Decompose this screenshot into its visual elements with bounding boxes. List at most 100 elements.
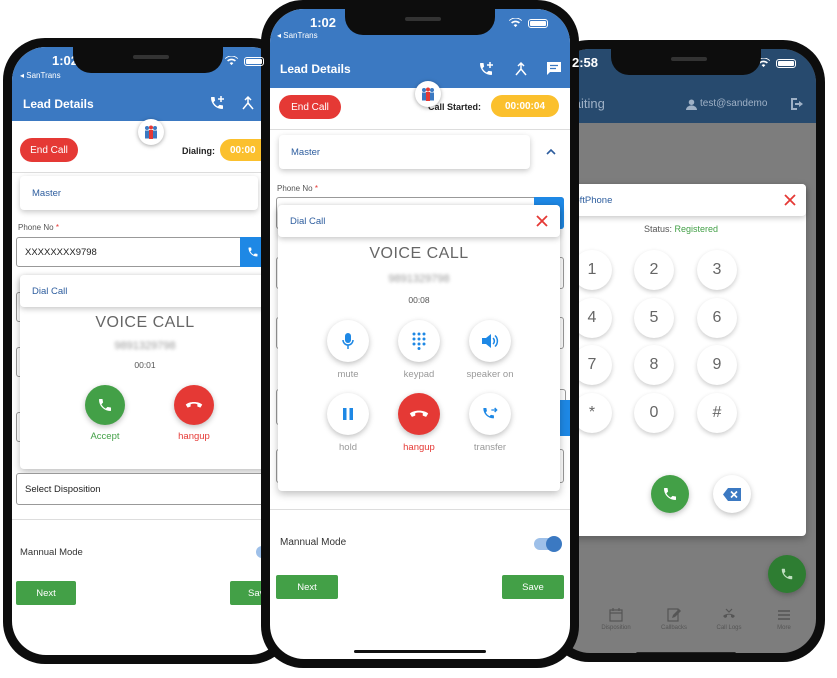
tab-label: Callbacks xyxy=(660,625,687,631)
transfer-button[interactable] xyxy=(469,393,511,435)
required-mark: * xyxy=(55,223,59,232)
bottom-tab-bar: Disposition Callbacks Call Logs More xyxy=(556,604,816,653)
home-indicator xyxy=(354,650,486,653)
keypad-key[interactable]: 8 xyxy=(634,345,674,385)
device-notch xyxy=(611,49,761,75)
speaker-label: speaker on xyxy=(466,369,514,380)
page-title: Lead Details xyxy=(23,97,94,111)
active-call-dialog: Dial Call VOICE CALL 9891329798 00:08 mu… xyxy=(278,205,560,491)
hangup-label: hangup xyxy=(403,442,435,453)
add-call-icon[interactable] xyxy=(478,61,494,77)
dial-call-header: Dial Call xyxy=(278,205,560,237)
manual-mode-label: Mannual Mode xyxy=(20,547,83,558)
call-log-icon xyxy=(723,608,735,618)
chevron-up-icon[interactable] xyxy=(546,148,556,155)
keypad-key[interactable]: 9 xyxy=(697,345,737,385)
home-indicator xyxy=(636,652,736,653)
caller-number: 9891329798 xyxy=(388,273,450,285)
keypad-key[interactable]: 5 xyxy=(634,298,674,338)
tab-label: More xyxy=(777,625,791,631)
softphone-header: SoftPhone xyxy=(556,184,806,216)
close-icon[interactable] xyxy=(784,194,796,206)
wifi-icon xyxy=(509,18,522,28)
transfer-icon xyxy=(483,407,498,419)
battery-icon xyxy=(528,18,548,28)
battery-icon xyxy=(776,58,796,68)
dial-call-title: Dial Call xyxy=(290,215,326,227)
keypad-key[interactable]: # xyxy=(697,393,737,433)
merge-icon[interactable] xyxy=(513,61,529,77)
merge-icon[interactable] xyxy=(240,95,256,111)
divider xyxy=(270,509,570,510)
mute-button[interactable] xyxy=(327,320,369,362)
tab-more[interactable]: More xyxy=(759,608,809,631)
voice-call-title: VOICE CALL xyxy=(95,314,195,331)
master-label: Master xyxy=(32,187,62,199)
floating-call-button[interactable] xyxy=(768,555,806,593)
calendar-icon xyxy=(609,608,623,622)
tab-call-logs[interactable]: Call Logs xyxy=(704,608,754,631)
dial-call-header: Dial Call xyxy=(20,275,270,307)
keypad-key[interactable]: 6 xyxy=(697,298,737,338)
divider xyxy=(12,172,284,173)
hangup-label: hangup xyxy=(178,431,210,442)
accept-button[interactable] xyxy=(85,385,125,425)
tab-callbacks[interactable]: Callbacks xyxy=(649,608,699,631)
user-icon xyxy=(686,99,697,110)
keypad-icon xyxy=(412,332,426,350)
disposition-select[interactable]: Select Disposition xyxy=(16,473,266,505)
master-section[interactable]: Master xyxy=(279,135,530,169)
save-button[interactable]: Save xyxy=(502,575,564,599)
app-showcase: 2:58 Waiting test@sandemo SoftPhone Stat… xyxy=(0,0,837,678)
speaker-button[interactable] xyxy=(469,320,511,362)
add-call-icon[interactable] xyxy=(209,95,225,111)
edit-icon xyxy=(667,608,681,622)
dialing-label: Dialing: xyxy=(182,146,215,156)
brand-logo xyxy=(138,119,164,145)
keypad-key[interactable]: 3 xyxy=(697,250,737,290)
carrier-label: ◂ SanTrans xyxy=(277,31,318,40)
hangup-button[interactable] xyxy=(398,393,440,435)
side-button[interactable] xyxy=(560,400,570,436)
voice-call-title: VOICE CALL xyxy=(369,245,469,262)
backspace-button[interactable] xyxy=(713,475,751,513)
menu-icon xyxy=(778,610,790,620)
system-icons xyxy=(757,58,796,68)
keypad-button[interactable] xyxy=(398,320,440,362)
close-icon[interactable] xyxy=(536,215,548,227)
next-button[interactable]: Next xyxy=(16,581,76,605)
mute-label: mute xyxy=(337,369,359,380)
manual-mode-label: Mannual Mode xyxy=(280,537,347,548)
phone-icon xyxy=(99,399,111,411)
keypad-key[interactable]: 2 xyxy=(634,250,674,290)
user-email: test@sandemo xyxy=(700,98,768,109)
phone-value: XXXXXXXX9798 xyxy=(25,246,97,258)
tab-disposition[interactable]: Disposition xyxy=(591,608,641,631)
dial-call-button[interactable] xyxy=(651,475,689,513)
disposition-placeholder: Select Disposition xyxy=(25,483,101,495)
phone-icon xyxy=(664,488,676,500)
softphone-device: 2:58 Waiting test@sandemo SoftPhone Stat… xyxy=(547,40,825,662)
dialing-screen: 1:02 ◂ SanTrans Lead Details End Call Di… xyxy=(12,47,284,655)
registration-status: Status: Registered xyxy=(556,224,806,234)
speaker-icon xyxy=(482,334,499,348)
system-icons xyxy=(225,56,264,66)
required-mark: * xyxy=(314,184,318,193)
end-call-button[interactable]: End Call xyxy=(20,138,78,162)
hold-button[interactable] xyxy=(327,393,369,435)
end-call-button[interactable]: End Call xyxy=(279,95,341,119)
divider xyxy=(270,129,570,130)
manual-mode-toggle[interactable] xyxy=(534,536,562,552)
phone-input[interactable]: XXXXXXXX9798 xyxy=(16,237,266,267)
logout-icon[interactable] xyxy=(790,97,804,111)
system-icons xyxy=(509,18,548,28)
keypad-label: keypad xyxy=(403,369,435,380)
dialing-device: 1:02 ◂ SanTrans Lead Details End Call Di… xyxy=(3,38,293,664)
tab-label: Call Logs xyxy=(716,625,742,631)
people-logo-icon xyxy=(422,87,434,101)
keypad-key[interactable]: 0 xyxy=(634,393,674,433)
master-section[interactable]: Master xyxy=(20,176,258,210)
next-button[interactable]: Next xyxy=(276,575,338,599)
hangup-button[interactable] xyxy=(174,385,214,425)
device-notch xyxy=(345,9,495,35)
